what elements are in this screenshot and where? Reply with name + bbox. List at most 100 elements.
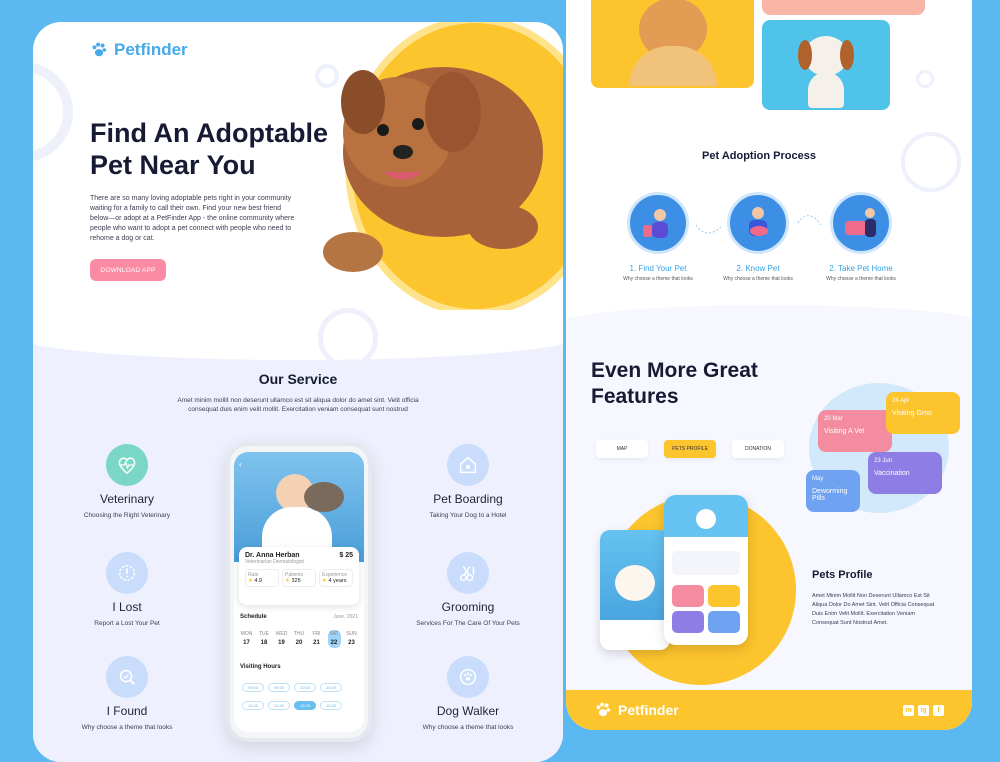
search-icon [106,656,148,698]
footer: Petfinder in ig f [566,690,972,730]
reminder-card[interactable]: 20 Mar Visiting A Vet [818,410,892,452]
hour-slot[interactable]: 11:00 [242,701,264,710]
phone-screen: ‹ Dr. Anna Herban $ 25 Veterinarian Derm… [234,452,364,732]
doctor-price: $ 25 [339,552,353,559]
tab-pets-profile[interactable]: PETS PROFILE [664,440,716,458]
scissors-icon [447,552,489,594]
schedule-month: June, 2021 [333,614,358,620]
step-desc: Why choose a theme that looks [723,276,793,282]
hour-slot[interactable]: 09:30 [268,683,290,692]
reminder-card[interactable]: 24 Apr Visiting Groo [886,392,960,434]
landing-page-right: Pet Adoption Process 1. Find Your Pet Wh… [566,0,972,730]
decorative-ring [901,132,961,192]
hours-grid: 09:00 09:30 10:00 10:30 11:00 11:30 12:00 12:3… [240,676,360,712]
step-label: 1. Find Your Pet [629,264,687,273]
service-desc: Why choose a theme that looks [81,724,173,731]
service-desc: Services For The Care Of Your Pets [416,620,520,627]
service-desc: Choosing the Right Veterinary [83,512,171,519]
social-links: in ig f [903,704,944,716]
decorative-ring [916,70,934,88]
day-item[interactable]: TUE 18 [258,630,271,648]
service-dog-walker[interactable]: Dog Walker Why choose a theme that looks [408,656,528,732]
visiting-hours-label: Visiting Hours [240,664,281,670]
day-item[interactable]: MON 17 [240,630,253,648]
services-subtitle: Amet minim mollit non deserunt ullamco e… [177,397,419,413]
hour-slot-selected[interactable]: 12:00 [294,701,316,710]
stat-experience: Experience ★ 4 years [319,569,353,587]
download-app-button[interactable]: DOWNLOAD APP [90,259,166,281]
decorative-ring [318,308,378,368]
hour-slot[interactable]: 10:00 [294,683,316,692]
phone-profile-screen [664,495,748,645]
day-item[interactable]: FRI 21 [310,630,323,648]
linkedin-icon[interactable]: in [903,704,914,716]
hero-description: There are so many loving adoptable pets … [90,195,295,242]
step-label: 2. Take Pet Home [829,264,893,273]
heartbeat-icon [106,444,148,486]
service-grooming[interactable]: Grooming Services For The Care Of Your P… [408,552,528,628]
step-desc: Why choose a theme that looks [623,276,693,282]
day-item[interactable]: WED 19 [275,630,288,648]
instagram-icon[interactable]: ig [918,704,929,716]
decorative-ring [33,62,73,162]
beagle-photo [762,20,890,110]
section-wave [566,305,972,345]
dotted-connector [696,214,822,234]
service-title: Veterinary [99,492,155,506]
pomeranian-photo [591,0,754,88]
pets-profile-title: Pets Profile [812,569,873,581]
section-wave [33,310,563,360]
paw-icon [92,42,107,57]
service-desc: Report a Lost Your Pet [94,620,160,627]
doctor-card[interactable]: Dr. Anna Herban $ 25 Veterinarian Dermat… [239,547,359,605]
facebook-icon[interactable]: f [933,704,944,716]
service-title: I Found [106,704,148,718]
service-desc: Taking Your Dog to a Hotel [429,512,507,519]
service-desc: Why choose a theme that looks [422,724,514,731]
features-title: Even More Great Features [591,359,758,408]
landing-page-left: Petfinder Find An Adoptable Pet Near You… [33,22,563,762]
reminder-card[interactable]: 23 Jun Vaccination [868,452,942,494]
step-label: 2. Know Pet [736,264,780,273]
brand-logo[interactable]: Petfinder [90,40,188,60]
day-picker: MON 17 TUE 18 WED 19 THU 20 FRI 21 SAT 22 SUN 2… [234,630,364,648]
day-item[interactable]: SUN 23 [345,630,358,648]
service-title: Pet Boarding [433,492,503,506]
phone-mockup: ‹ Dr. Anna Herban $ 25 Veterinarian Derm… [226,442,372,742]
paw-icon [596,702,611,717]
hero-title: Find An Adoptable Pet Near You [90,118,328,180]
doctor-name: Dr. Anna Herban [245,552,300,559]
service-title: Grooming [441,600,495,614]
reminder-card[interactable]: May Deworming Pills [806,470,860,512]
phone-cat-screen [600,530,670,650]
hour-slot[interactable]: 10:30 [320,683,342,692]
service-veterinary[interactable]: Veterinary Choosing the Right Veterinary [67,444,187,520]
step-desc: Why choose a theme that looks [826,276,896,282]
stat-patients: Patients ★ 325 [282,569,316,587]
paw-icon [447,656,489,698]
footer-logo[interactable]: Petfinder [594,701,679,719]
day-item[interactable]: THU 20 [293,630,306,648]
doctor-photo: ‹ [234,452,364,562]
service-pet-boarding[interactable]: Pet Boarding Taking Your Dog to a Hotel [408,444,528,520]
doctor-role: Veterinarian Dermatologist [245,559,304,565]
hour-slot[interactable]: 11:30 [268,701,290,710]
schedule-label: Schedule [240,614,267,620]
service-i-lost[interactable]: I Lost Report a Lost Your Pet [67,552,187,628]
person-searching-icon [627,192,689,254]
day-item-selected[interactable]: SAT 22 [327,630,341,648]
process-title: Pet Adoption Process [702,150,816,162]
tab-donation[interactable]: DONATION [732,440,784,458]
service-i-found[interactable]: I Found Why choose a theme that looks [67,656,187,732]
brand-name: Petfinder [114,40,188,59]
footer-brand: Petfinder [618,702,679,718]
tab-map[interactable]: MAP [596,440,648,458]
services-title: Our Service [258,371,338,387]
pets-profile-text: Amet Minim Mollit Non Deserunt Ullamco E… [812,593,935,626]
back-icon[interactable]: ‹ [239,460,242,469]
hour-slot[interactable]: 12:30 [320,701,342,710]
house-icon [447,444,489,486]
puppy [304,482,344,512]
hour-slot[interactable]: 09:00 [242,683,264,692]
process-step-1: 1. Find Your Pet Why choose a theme that… [618,192,698,283]
